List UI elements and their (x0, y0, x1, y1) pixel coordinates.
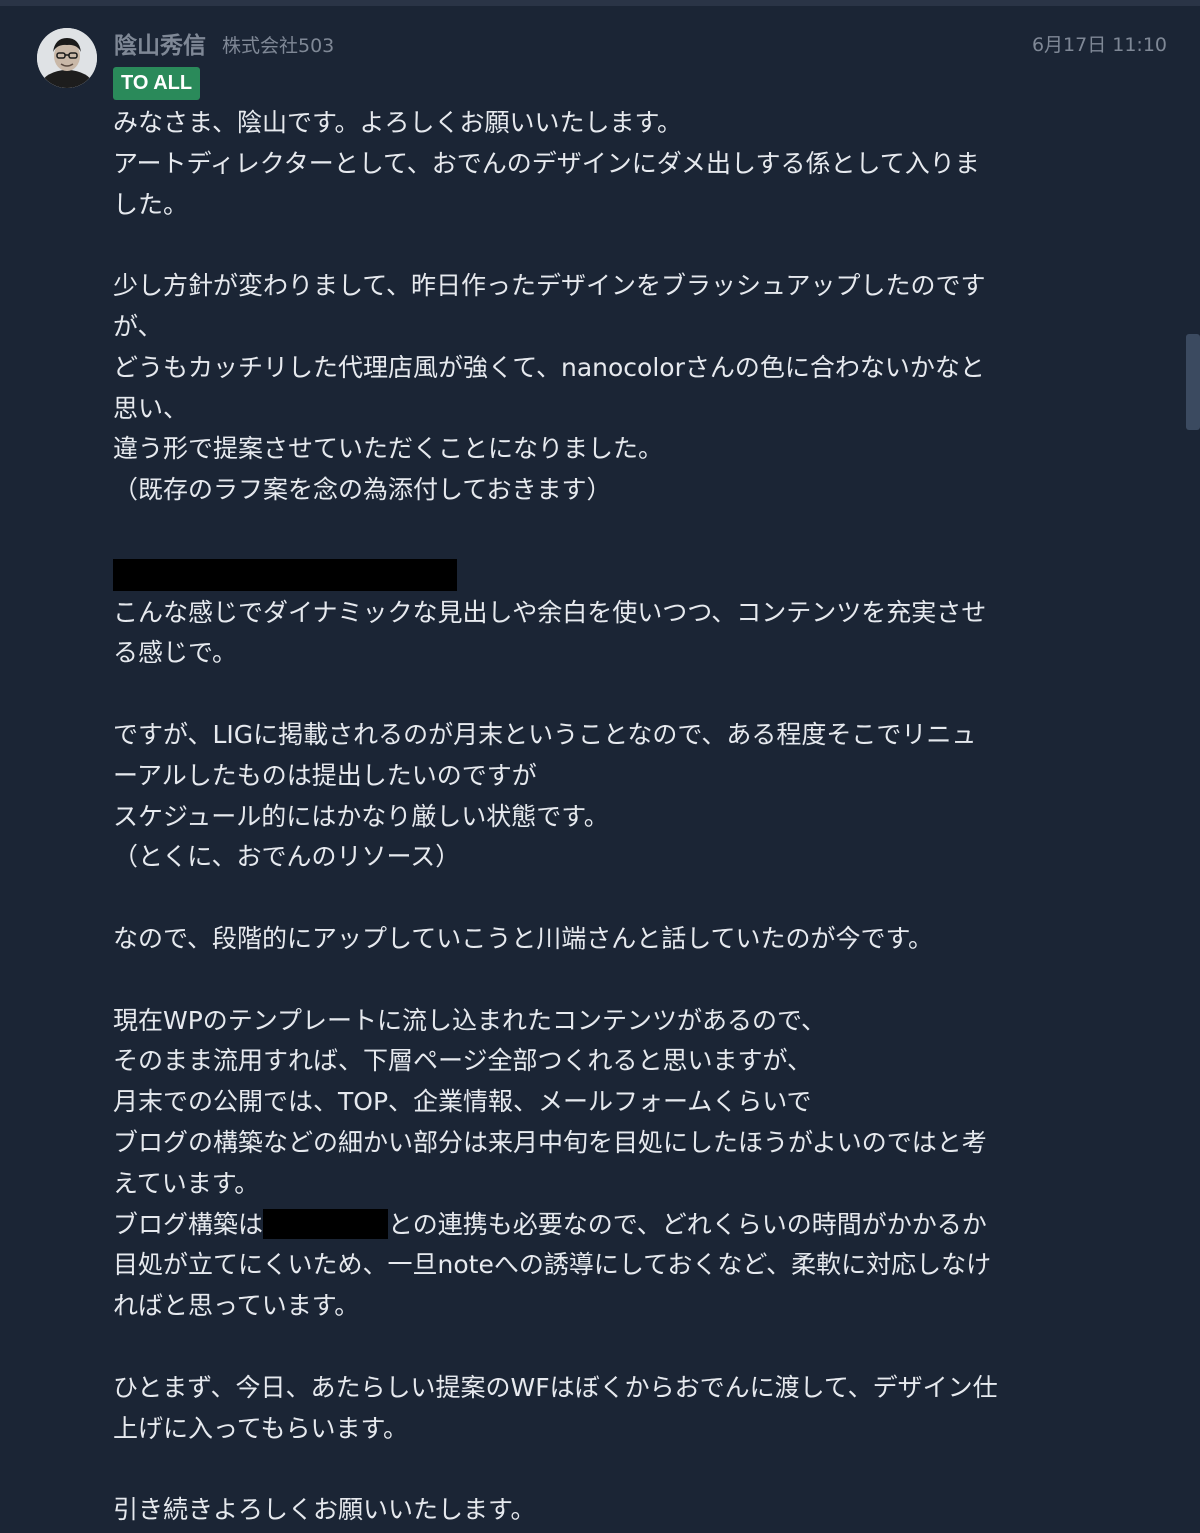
scrollbar-thumb[interactable] (1186, 334, 1200, 430)
message-line: ればと思っています。 (113, 1291, 360, 1321)
to-all-badge: TO ALL (113, 67, 201, 100)
message-line: 思い、 (113, 393, 189, 423)
message-line: ですが、LIGに掲載されるのが月末ということなので、ある程度そこでリニュ (113, 719, 977, 749)
user-avatar-icon[interactable] (37, 28, 97, 88)
message-line: こんな感じでダイナミックな見出しや余白を使いつつ、コンテンツを充実させ (113, 597, 987, 627)
message-text-segment: ブログ構築は (113, 1209, 264, 1239)
message-line: みなさま、陰山です。よろしくお願いいたします。 (113, 108, 683, 137)
message-line: 目処が立てにくいため、一旦noteへの誘導にしておくなど、柔軟に対応しなけ (113, 1250, 992, 1280)
message-text-segment: との連携も必要なので、どれくらいの時間がかかるか (388, 1209, 987, 1239)
message-line-with-redaction: ブログ構築は との連携も必要なので、どれくらいの時間がかかるか (113, 1205, 1078, 1246)
message-line: ーアルしたものは提出したいのですが (113, 760, 537, 790)
message-line: なので、段階的にアップしていこうと川端さんと話していたのが今です。 (113, 923, 934, 953)
message-line: が、 (113, 311, 163, 341)
message-line: 引き続きよろしくお願いいたします。 (113, 1495, 536, 1525)
message-line: ブログの構築などの細かい部分は来月中旬を目処にしたほうがよいのではと考 (113, 1127, 987, 1157)
message-line: えています。 (113, 1168, 260, 1198)
message-line: 違う形で提案させていただくことになりました。 (113, 434, 664, 464)
chat-message: 陰山秀信 株式会社503 6月17日 11:10 TO ALL みなさま、陰山で… (0, 6, 1200, 1533)
message-line: アートディレクターとして、おでんのデザインにダメ出しする係として入りま (113, 148, 980, 178)
redacted-link-line (113, 552, 1078, 593)
message-line: る感じで。 (113, 638, 238, 668)
redacted-text (263, 1208, 389, 1239)
message-line: 現在WPのテンプレートに流し込まれたコンテンツがあるので、 (113, 1005, 827, 1035)
redacted-link[interactable] (113, 559, 457, 592)
message-line: ひとまず、今日、あたらしい提案のWFはぼくからおでんに渡して、デザイン仕 (113, 1372, 998, 1402)
message-line: 上げに入ってもらいます。 (113, 1413, 409, 1443)
message-line: （既存のラフ案を念の為添付しておきます） (113, 475, 612, 505)
message-line: そのまま流用すれば、下層ページ全部つくれると思いますが、 (113, 1046, 813, 1076)
message-line: スケジュール的にはかなり厳しい状態です。 (113, 801, 609, 831)
message-line: 少し方針が変わりまして、昨日作ったデザインをブラッシュアップしたのです (113, 271, 986, 301)
message-line: どうもカッチリした代理店風が強くて、nanocolorさんの色に合わないかなと (113, 352, 985, 382)
message-line: した。 (113, 189, 189, 219)
message-line: 月末での公開では、TOP、企業情報、メールフォームくらいで (113, 1087, 812, 1117)
message-line: （とくに、おでんのリソース） (113, 842, 461, 872)
message-timestamp: 6月17日 11:10 (1031, 34, 1167, 56)
message-body: みなさま、陰山です。よろしくお願いいたします。 アートディレクターとして、おでん… (113, 103, 1078, 1531)
sender-name[interactable]: 陰山秀信 (114, 26, 206, 60)
sender-organization: 株式会社503 (222, 35, 335, 57)
